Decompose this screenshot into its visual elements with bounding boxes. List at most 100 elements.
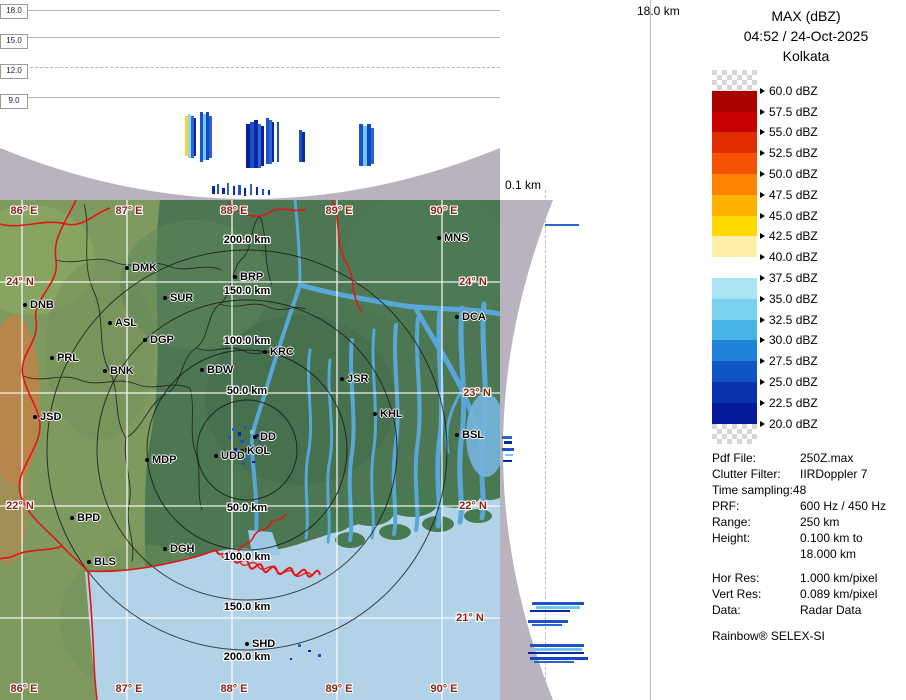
legend-threshold-text: 50.0 dBZ [769,167,818,181]
height-tick-label: 9.0 [0,94,28,109]
legend-threshold-label: 40.0 dBZ [760,250,818,264]
legend-threshold-text: 57.5 dBZ [769,105,818,119]
info-value: 0.100 km to [800,531,863,545]
info-row: Hor Res:1.000 km/pixel [712,570,904,586]
legend-tick-arrow-icon [760,400,765,406]
legend-threshold-label: 22.5 dBZ [760,396,818,410]
info-value: IIRDoppler 7 [800,467,867,481]
legend-tick-arrow-icon [760,337,765,343]
legend-tick-arrow-icon [760,150,765,156]
legend-threshold-label: 57.5 dBZ [760,105,818,119]
legend-color-step [712,340,757,361]
legend-tick-arrow-icon [760,275,765,281]
info-label: PRF: [712,498,800,514]
radar-display: 18.0 km 0.1 km 18.015.012.09.0 [0,0,906,700]
info-label: Clutter Filter: [712,466,800,482]
info-row: Data:Radar Data [712,602,904,618]
legend-threshold-text: 45.0 dBZ [769,209,818,223]
legend-threshold-text: 47.5 dBZ [769,188,818,202]
info-label: Pdf File: [712,450,800,466]
legend-color-step [712,403,757,424]
legend-color-step [712,320,757,341]
legend-tick-arrow-icon [760,296,765,302]
info-row: Height:0.100 km to [712,530,904,546]
legend-color-step [712,132,757,153]
info-row: 18.000 km [712,546,904,562]
xz-cross-section-panel [0,0,500,200]
legend-title: MAX (dBZ) 04:52 / 24-Oct-2025 Kolkata [706,6,906,66]
height-tick-label: 15.0 [0,34,28,49]
info-row: PRF:600 Hz / 450 Hz [712,498,904,514]
info-label: Vert Res: [712,586,800,602]
yz-cross-section-panel [500,200,706,700]
legend-threshold-text: 25.0 dBZ [769,375,818,389]
legend-threshold-label: 37.5 dBZ [760,271,818,285]
color-scale: 60.0 dBZ 57.5 dBZ 55.0 dBZ 52.5 dBZ 50.0 dBZ… [712,70,902,460]
info-value: Radar Data [800,603,861,617]
legend-color-step [712,236,757,257]
info-row: Time sampling:48 [712,482,904,498]
info-row: Pdf File:250Z.max [712,450,904,466]
legend-color-step [712,153,757,174]
product-info-rows: Pdf File:250Z.maxClutter Filter:IIRDoppl… [712,450,904,618]
legend-threshold-text: 20.0 dBZ [769,417,818,431]
map-base-svg [0,200,500,700]
legend-threshold-text: 32.5 dBZ [769,313,818,327]
info-label: Data: [712,602,800,618]
legend-tick-arrow-icon [760,317,765,323]
legend-threshold-text: 30.0 dBZ [769,333,818,347]
legend-threshold-label: 60.0 dBZ [760,84,818,98]
legend-tick-arrow-icon [760,213,765,219]
product-info: Pdf File:250Z.maxClutter Filter:IIRDoppl… [712,450,904,644]
info-value: 600 Hz / 450 Hz [800,499,886,513]
legend-threshold-text: 40.0 dBZ [769,250,818,264]
info-label: Range: [712,514,800,530]
beam-blind-cone-right [500,200,706,700]
legend-tick-arrow-icon [760,233,765,239]
legend-threshold-label: 52.5 dBZ [760,146,818,160]
info-value: 0.089 km/pixel [800,587,877,601]
legend-color-step [712,174,757,195]
info-value: 48 [793,483,806,497]
legend-color-step [712,382,757,403]
info-value: 18.000 km [800,547,856,561]
legend-threshold-label: 35.0 dBZ [760,292,818,306]
legend-threshold-label: 47.5 dBZ [760,188,818,202]
legend-threshold-text: 35.0 dBZ [769,292,818,306]
info-label: Time sampling: [712,482,793,498]
legend-color-step [712,195,757,216]
height-axis-min-label: 0.1 km [505,178,541,192]
legend-threshold-text: 55.0 dBZ [769,125,818,139]
legend-color-step [712,70,757,91]
legend-threshold-text: 22.5 dBZ [769,396,818,410]
legend-threshold-label: 20.0 dBZ [760,417,818,431]
legend-tick-arrow-icon [760,254,765,260]
legend-threshold-label: 55.0 dBZ [760,125,818,139]
beam-blind-cone-top [0,0,500,200]
map-panel: 86° E87° E88° E89° E90° E86° E87° E88° E… [0,200,500,700]
legend-tick-arrow-icon [760,109,765,115]
software-brand: Rainbow® SELEX-SI [712,628,904,644]
info-row: Vert Res:0.089 km/pixel [712,586,904,602]
legend-threshold-label: 45.0 dBZ [760,209,818,223]
product-datetime: 04:52 / 24-Oct-2025 [706,26,906,46]
height-tick-label: 12.0 [0,64,28,79]
legend-color-step [712,299,757,320]
legend-tick-arrow-icon [760,379,765,385]
legend-tick-arrow-icon [760,421,765,427]
legend-color-step [712,112,757,133]
info-label: Height: [712,530,800,546]
legend-threshold-label: 42.5 dBZ [760,229,818,243]
legend-tick-arrow-icon [760,171,765,177]
legend-threshold-text: 60.0 dBZ [769,84,818,98]
legend-color-step [712,91,757,112]
legend-threshold-label: 25.0 dBZ [760,375,818,389]
legend-threshold-label: 30.0 dBZ [760,333,818,347]
legend-threshold-label: 50.0 dBZ [760,167,818,181]
legend-threshold-label: 32.5 dBZ [760,313,818,327]
info-row: Clutter Filter:IIRDoppler 7 [712,466,904,482]
station-name: Kolkata [706,46,906,66]
legend-threshold-text: 52.5 dBZ [769,146,818,160]
info-value: 250 km [800,515,839,529]
info-value: 250Z.max [800,451,853,465]
